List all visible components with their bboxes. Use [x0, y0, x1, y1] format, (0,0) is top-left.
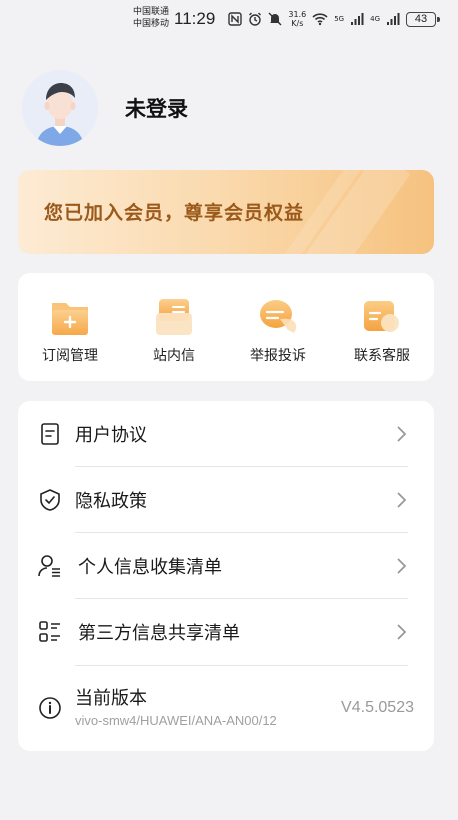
mute-icon — [268, 12, 282, 26]
alarm-icon — [249, 12, 262, 26]
battery-icon: 43 — [406, 11, 440, 27]
version-label: 当前版本 — [75, 688, 147, 709]
document-icon — [41, 423, 59, 445]
action-label: 订阅管理 — [42, 348, 98, 364]
action-customer-service[interactable]: 联系客服 — [334, 297, 430, 365]
message-box-icon — [156, 299, 192, 335]
menu-item-label: 用户协议 — [75, 425, 147, 446]
folder-add-icon — [52, 303, 88, 335]
net-speed: 31.6 K/s — [288, 10, 307, 28]
menu-item-privacy-policy[interactable]: 隐私政策 — [18, 467, 434, 533]
menu-item-label: 个人信息收集清单 — [78, 557, 222, 578]
profile-header[interactable]: 未登录 — [22, 70, 188, 146]
signal-2-label: 4G — [370, 15, 380, 23]
action-subscription-manage[interactable]: 订阅管理 — [22, 297, 118, 365]
menu-item-current-version: 当前版本 vivo-smw4/HUAWEI/ANA-AN00/12 V4.5.0… — [18, 671, 434, 745]
action-inbox[interactable]: 站内信 — [126, 297, 222, 365]
list-grid-icon — [39, 621, 60, 642]
version-detail: vivo-smw4/HUAWEI/ANA-AN00/12 — [75, 713, 277, 728]
carrier-2: 中国移动 — [133, 19, 170, 29]
person-list-icon — [38, 555, 60, 577]
carrier-names: 中国联通 中国移动 — [133, 6, 169, 30]
settings-list: 用户协议 隐私政策 个人信息收集清单 第三方信息共享清单 当前版本 vivo-s… — [18, 401, 434, 751]
chevron-right-icon — [397, 558, 407, 574]
divider — [75, 665, 408, 666]
chevron-right-icon — [397, 492, 407, 508]
avatar-person-icon — [22, 70, 98, 146]
wifi-icon — [312, 13, 328, 26]
quick-actions-card: 订阅管理 站内信 举报投诉 联系客服 — [18, 273, 434, 381]
action-label: 举报投诉 — [250, 348, 306, 364]
menu-item-label: 第三方信息共享清单 — [78, 623, 240, 644]
signal-icon — [387, 13, 400, 25]
carrier-1: 中国联通 — [133, 7, 170, 17]
customer-service-icon — [364, 301, 399, 332]
info-icon — [39, 697, 61, 719]
avatar[interactable] — [22, 70, 98, 146]
chevron-right-icon — [397, 426, 407, 442]
status-time: 11:29 — [174, 9, 216, 28]
action-label: 联系客服 — [354, 348, 410, 364]
menu-item-third-party-sharing[interactable]: 第三方信息共享清单 — [18, 599, 434, 665]
menu-item-label: 隐私政策 — [75, 491, 147, 512]
member-banner-text: 您已加入会员，尊享会员权益 — [44, 202, 305, 224]
shield-check-icon — [40, 489, 60, 511]
action-report[interactable]: 举报投诉 — [230, 297, 326, 365]
username-label[interactable]: 未登录 — [125, 93, 188, 123]
version-value: V4.5.0523 — [341, 699, 414, 716]
signal-icon — [351, 13, 364, 25]
action-label: 站内信 — [153, 348, 195, 364]
signal-1-label: 5G — [334, 15, 345, 23]
nfc-icon — [228, 12, 243, 26]
chevron-right-icon — [397, 624, 407, 640]
system-icons: 31.6 K/s 5G 4G 43 — [228, 10, 440, 28]
member-banner[interactable]: 您已加入会员，尊享会员权益 — [18, 170, 434, 254]
chat-bubble-icon — [260, 300, 297, 333]
menu-item-user-agreement[interactable]: 用户协议 — [18, 401, 434, 467]
status-bar: 中国联通 中国移动 11:29 31.6 K/s 5G 4G 43 — [0, 0, 458, 38]
menu-item-personal-info-list[interactable]: 个人信息收集清单 — [18, 533, 434, 599]
